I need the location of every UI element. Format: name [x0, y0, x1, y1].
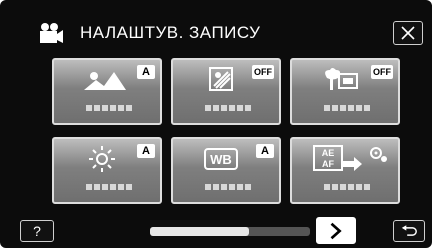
- touch-priority-ae-af-icon: AE AF: [313, 145, 387, 171]
- return-icon: [401, 224, 417, 236]
- value-placeholder: [292, 184, 402, 192]
- help-button[interactable]: ?: [20, 220, 54, 242]
- tile-tele-macro[interactable]: OFF: [290, 58, 400, 125]
- tile-badge: A: [137, 65, 155, 79]
- value-placeholder: [173, 184, 283, 192]
- svg-text:AE: AE: [322, 148, 335, 158]
- value-placeholder: [54, 184, 164, 192]
- value-placeholder: [292, 105, 402, 113]
- tile-badge: A: [256, 144, 274, 158]
- value-placeholder: [173, 105, 283, 113]
- tile-touch-priority-ae-af[interactable]: AE AF: [290, 137, 400, 204]
- tile-white-balance[interactable]: WB A: [171, 137, 281, 204]
- svg-text:AF: AF: [322, 159, 334, 169]
- tile-backlight-compensation[interactable]: OFF: [171, 58, 281, 125]
- back-button[interactable]: [393, 220, 425, 242]
- header: НАЛАШТУВ. ЗАПИСУ: [0, 16, 432, 50]
- svg-text:WB: WB: [210, 152, 232, 167]
- close-button[interactable]: [393, 21, 423, 45]
- close-icon: [401, 26, 415, 40]
- record-settings-screen: НАЛАШТУВ. ЗАПИСУ A OFF OFF A WB A AE AF …: [0, 0, 432, 248]
- tile-badge: A: [137, 144, 155, 158]
- tile-brightness[interactable]: A: [52, 137, 162, 204]
- page-title: НАЛАШТУВ. ЗАПИСУ: [80, 23, 261, 42]
- next-page-button[interactable]: [316, 217, 356, 244]
- scrollbar[interactable]: [150, 227, 310, 236]
- value-placeholder: [54, 105, 164, 113]
- tile-badge: OFF: [252, 65, 274, 79]
- scrollbar-thumb[interactable]: [150, 227, 250, 236]
- tile-badge: OFF: [371, 65, 393, 79]
- chevron-right-icon: [330, 222, 342, 239]
- video-camera-icon: [36, 22, 64, 44]
- tile-scene-select[interactable]: A: [52, 58, 162, 125]
